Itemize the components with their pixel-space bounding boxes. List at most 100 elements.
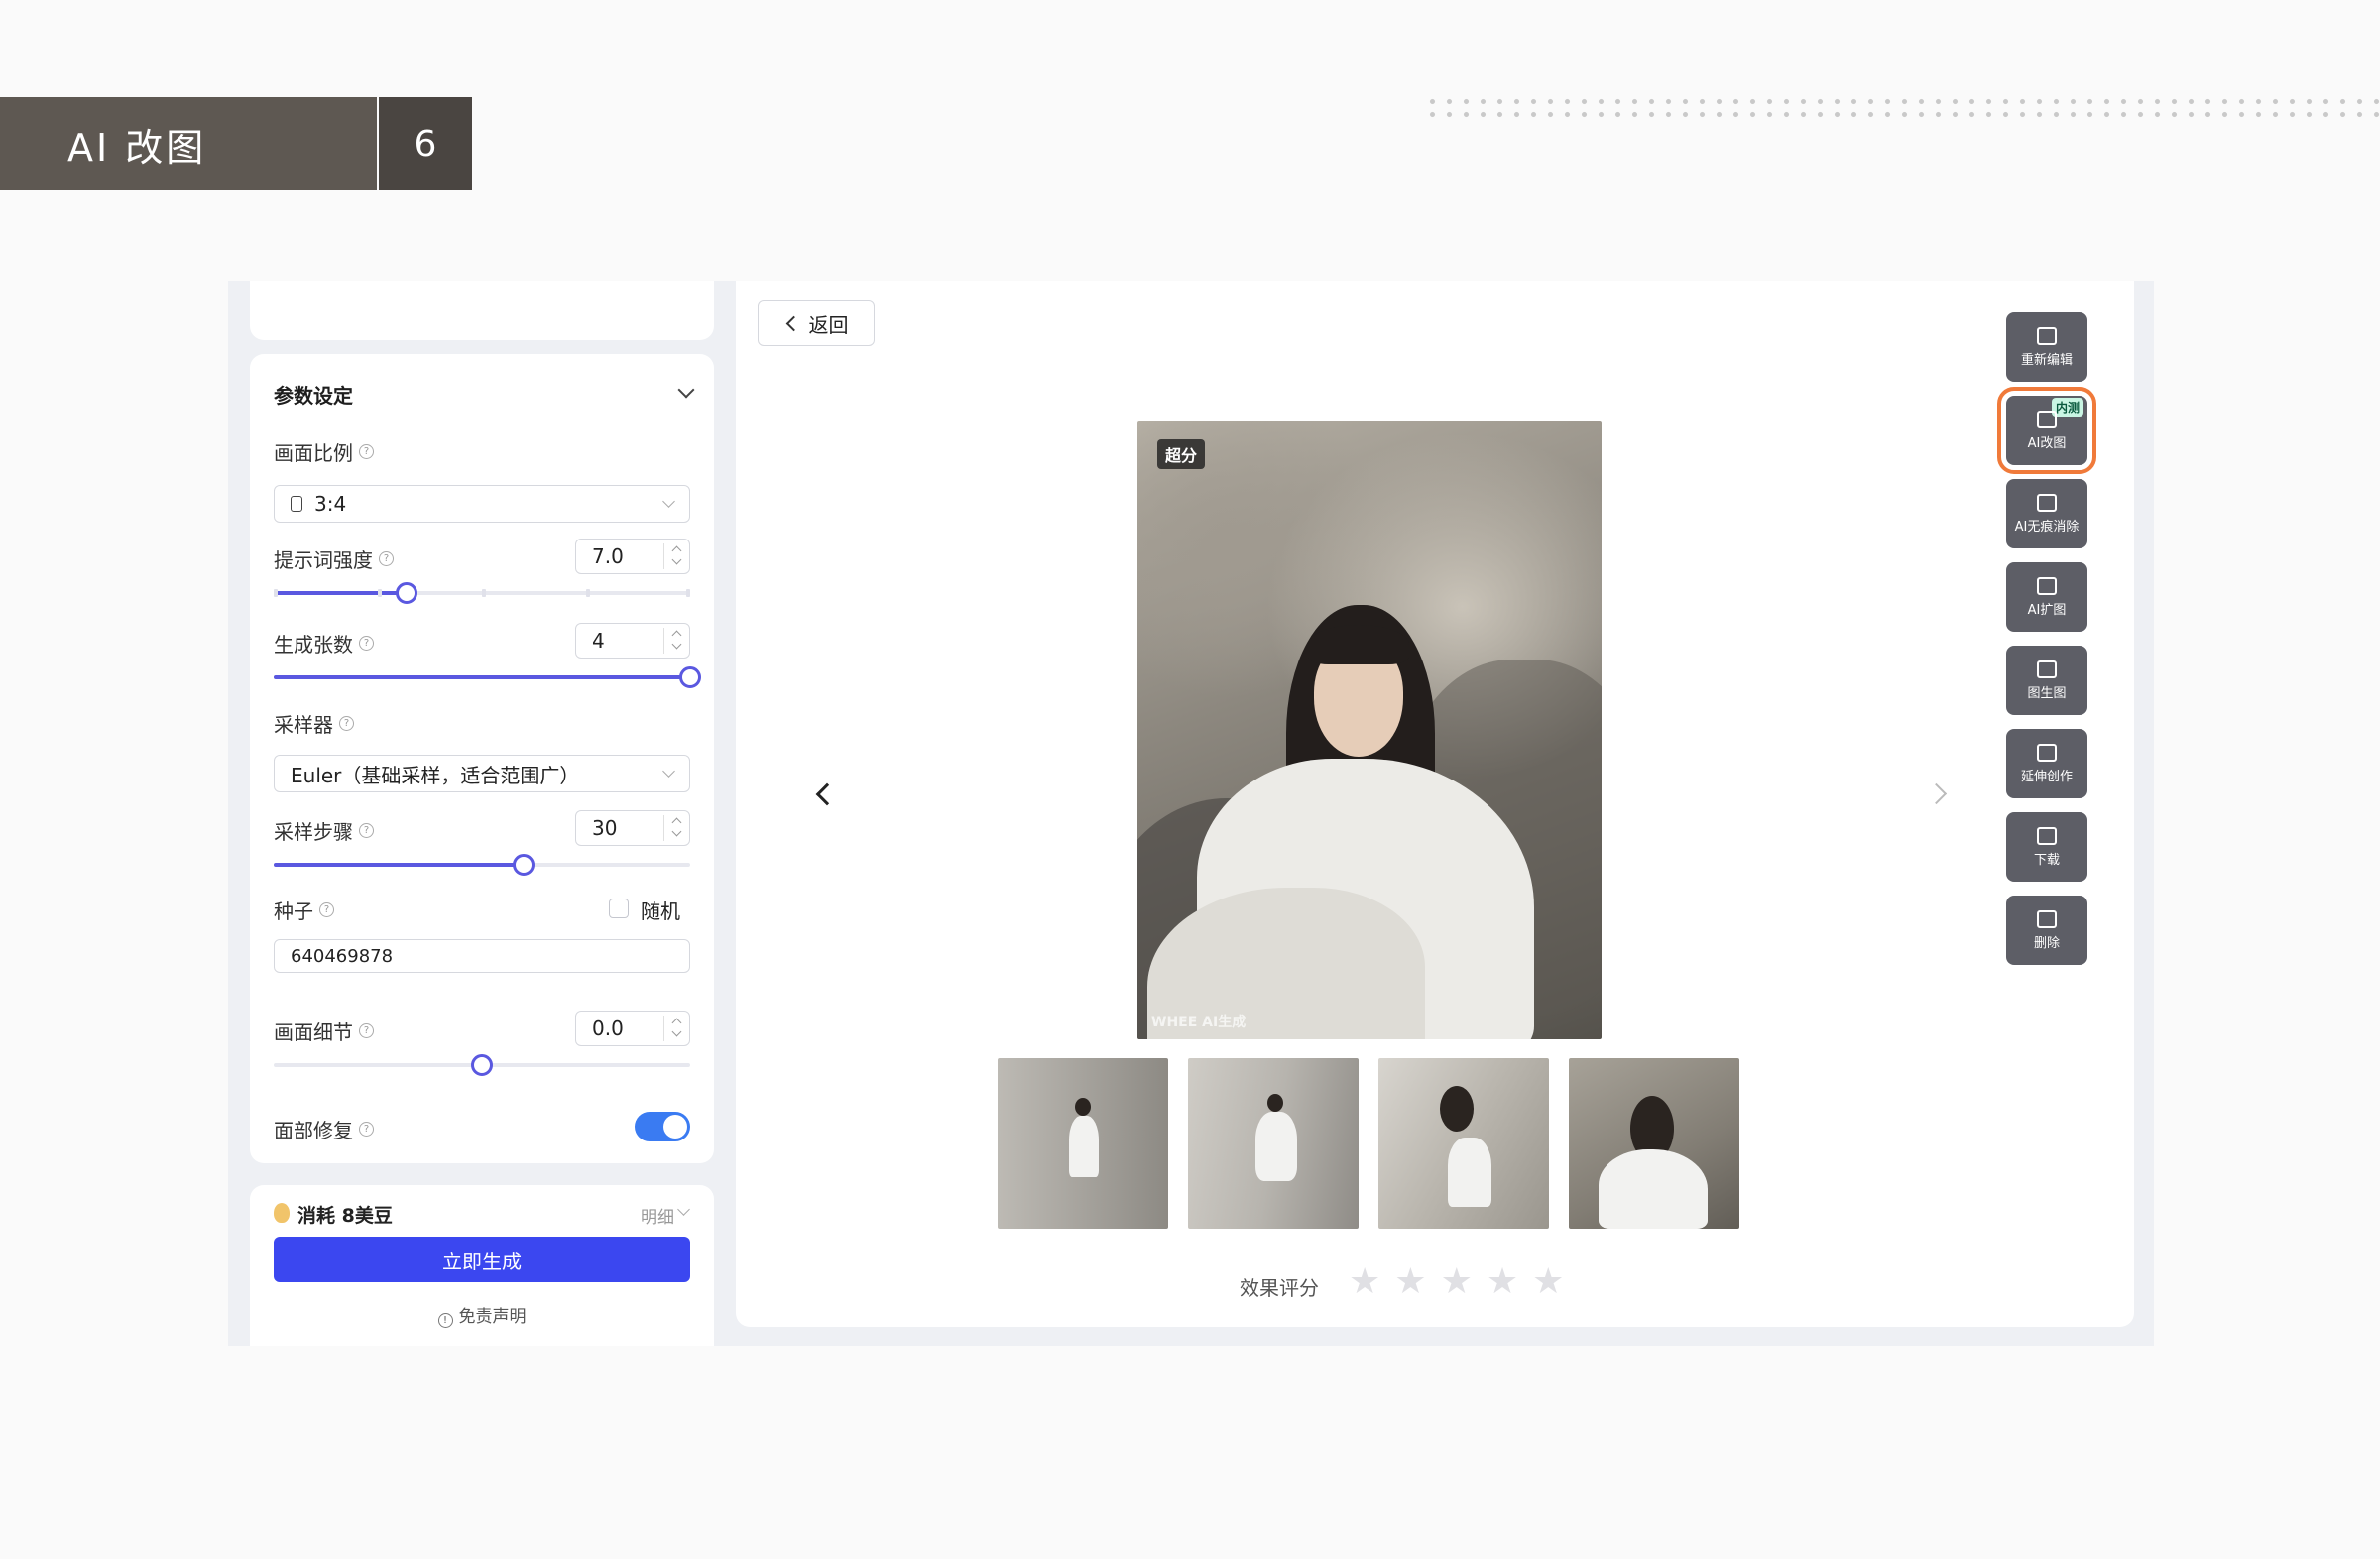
preview-image[interactable]: 超分 WHEE AI生成 [1137,421,1602,1039]
tool-label: AI无痕消除 [2014,519,2080,535]
preview-panel: 返回 超分 WHEE AI生成 效果评分 ★ ★ ★ ★ ★ 重新编辑 内测 A… [736,281,2134,1327]
ratio-label-text: 画面比例 [274,441,353,465]
slider-thumb[interactable] [471,1054,493,1076]
bean-icon [274,1203,290,1223]
count-slider[interactable] [274,666,701,688]
params-header: 参数设定 [274,384,353,408]
disclaimer-link[interactable]: ! 免责声明 [250,1302,714,1328]
random-checkbox[interactable] [609,899,629,918]
face-fix-toggle[interactable] [635,1112,690,1141]
stepper-icon[interactable] [663,815,689,841]
ratio-select[interactable]: 3:4 [274,485,690,523]
seed-label: 种子 ? [274,896,334,924]
sampler-select[interactable]: Euler（基础采样，适合范围广） [274,755,690,792]
tool-download[interactable]: 下载 [2006,812,2087,882]
prev-arrow-icon[interactable] [815,782,839,806]
help-icon[interactable]: ? [359,1023,374,1038]
chevron-down-icon [662,495,675,508]
trash-icon [2037,909,2057,928]
prompt-strength-input[interactable]: 7.0 [575,539,690,574]
steps-slider[interactable] [274,854,690,876]
tool-reedit[interactable]: 重新编辑 [2006,312,2087,382]
tool-label: 下载 [2033,852,2060,868]
thumbnail-2[interactable] [1188,1058,1359,1229]
thumbnail-3[interactable] [1378,1058,1549,1229]
slider-thumb[interactable] [513,854,535,876]
prompt-strength-slider[interactable] [274,582,690,604]
extend-icon [2037,743,2057,762]
image-to-image-icon [2037,660,2057,678]
detail-label: 画面细节 ? [274,1017,374,1045]
detail-value: 0.0 [592,1017,624,1040]
sampler-label: 采样器 ? [274,709,354,738]
count-label-text: 生成张数 [274,633,353,657]
seed-input[interactable]: 640469878 [274,939,690,973]
prompt-strength-label: 提示词强度 ? [274,544,394,573]
tool-ai-expand[interactable]: AI扩图 [2006,562,2087,632]
star-icon[interactable]: ★ [1532,1264,1564,1300]
seed-value: 640469878 [291,945,394,967]
count-input[interactable]: 4 [575,623,690,659]
next-arrow-icon[interactable] [1925,782,1948,805]
count-value: 4 [592,629,605,653]
star-icon[interactable]: ★ [1487,1264,1518,1300]
tool-label: 重新编辑 [2020,352,2073,368]
chevron-left-icon [785,315,801,331]
star-icon[interactable]: ★ [1394,1264,1426,1300]
thumbnail-1[interactable] [998,1058,1168,1229]
image-edit-icon [2037,326,2057,345]
tool-label: 删除 [2033,935,2060,951]
tool-extend[interactable]: 延伸创作 [2006,729,2087,798]
eraser-icon [2037,493,2057,512]
tool-label: AI扩图 [2027,602,2067,618]
tool-ai-edit[interactable]: 内测 AI改图 [1997,387,2096,474]
stepper-icon[interactable] [663,543,689,569]
magic-brush-icon [2037,410,2057,428]
app-window: 参数设定 画面比例 ? 3:4 提示词强度 ? 7.0 生成张数 ? 4 采样器… [228,281,2154,1346]
collapse-chevron-icon[interactable] [677,381,695,399]
back-button[interactable]: 返回 [758,300,875,346]
slider-thumb[interactable] [679,666,701,688]
slide-number: 6 [379,97,472,190]
chevron-down-icon[interactable] [677,1203,690,1216]
steps-label: 采样步骤 ? [274,816,374,845]
thumbnail-strip [998,1058,1739,1229]
prompt-strength-label-text: 提示词强度 [274,548,373,572]
params-panel: 参数设定 画面比例 ? 3:4 提示词强度 ? 7.0 生成张数 ? 4 采样器… [250,354,714,1163]
help-icon[interactable]: ? [359,444,374,459]
help-icon[interactable]: ? [319,902,334,917]
generate-card: 消耗 8美豆 明细 立即生成 ! 免责声明 [250,1185,714,1346]
ratio-label: 画面比例 ? [274,437,374,466]
detail-slider[interactable] [274,1054,690,1076]
sampler-label-text: 采样器 [274,713,333,737]
stepper-icon[interactable] [663,628,689,654]
help-icon[interactable]: ? [359,636,374,651]
random-label: 随机 [641,899,680,923]
detail-link[interactable]: 明细 [641,1203,674,1228]
help-icon[interactable]: ? [339,716,354,731]
steps-input[interactable]: 30 [575,810,690,846]
star-icon[interactable]: ★ [1441,1264,1473,1300]
detail-input[interactable]: 0.0 [575,1011,690,1046]
tool-ai-erase[interactable]: AI无痕消除 [2006,479,2087,548]
tool-delete[interactable]: 删除 [2006,896,2087,965]
star-icon[interactable]: ★ [1349,1264,1380,1300]
generate-button[interactable]: 立即生成 [274,1237,690,1282]
face-fix-label-text: 面部修复 [274,1119,353,1142]
super-resolution-badge: 超分 [1157,439,1206,469]
help-icon[interactable]: ? [359,823,374,838]
help-icon[interactable]: ? [359,1122,374,1137]
back-label: 返回 [808,312,849,337]
help-icon[interactable]: ? [379,551,394,566]
download-icon [2037,826,2057,845]
stepper-icon[interactable] [663,1016,689,1041]
sampler-value: Euler（基础采样，适合范围广） [291,763,580,787]
slider-thumb[interactable] [396,582,418,604]
disclaimer-text[interactable]: 免责声明 [459,1307,527,1327]
tool-img2img[interactable]: 图生图 [2006,646,2087,715]
tool-label: 延伸创作 [2020,769,2073,784]
thumbnail-4[interactable] [1569,1058,1739,1229]
detail-label-text: 画面细节 [274,1020,353,1044]
rating-stars: ★ ★ ★ ★ ★ [1349,1264,1564,1300]
decorative-dots [1424,95,2380,121]
